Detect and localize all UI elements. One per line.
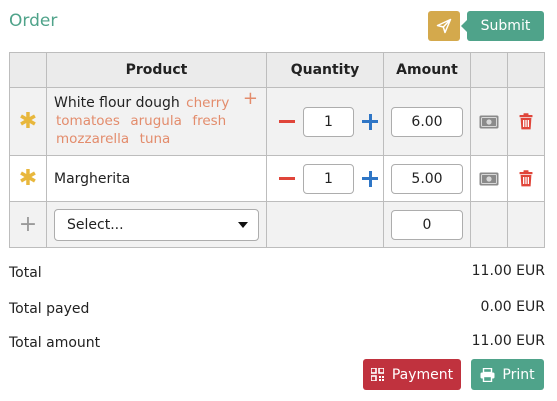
- column-header-product: Product: [46, 52, 267, 88]
- total-label: Total: [9, 265, 42, 281]
- total-value: 11.00 EUR: [471, 263, 545, 279]
- decrease-quantity-icon[interactable]: [279, 120, 295, 123]
- send-button[interactable]: [428, 11, 460, 41]
- column-header-delete: [507, 52, 545, 88]
- payment-button[interactable]: Payment: [363, 359, 461, 390]
- money-bill-icon[interactable]: [479, 115, 499, 129]
- product-select-label: Select...: [67, 216, 124, 233]
- quantity-input[interactable]: 1: [303, 163, 354, 194]
- total-amount-label: Total amount: [9, 335, 101, 351]
- printer-icon: [480, 367, 495, 382]
- table-header-row: Product Quantity Amount: [9, 52, 545, 88]
- print-button-label: Print: [502, 366, 535, 383]
- product-cell: White flour dough cherry tomatoes arugul…: [46, 87, 267, 156]
- trash-icon[interactable]: [519, 170, 533, 187]
- print-button[interactable]: Print: [471, 359, 544, 390]
- topping-tag[interactable]: cherry: [186, 95, 229, 111]
- new-item-row: + Select... 0: [9, 201, 545, 248]
- total-payed-label: Total payed: [9, 301, 90, 317]
- asterisk-icon[interactable]: ✱: [19, 166, 37, 191]
- column-header-pay: [470, 52, 508, 88]
- product-name: Margherita: [54, 170, 131, 187]
- topping-tag[interactable]: arugula: [130, 113, 182, 129]
- quantity-input[interactable]: 1: [303, 106, 354, 137]
- payment-button-label: Payment: [391, 366, 454, 383]
- total-amount-value: 11.00 EUR: [471, 333, 545, 349]
- page-title: Order: [9, 11, 58, 31]
- amount-input[interactable]: 5.00: [391, 163, 463, 194]
- column-header-marker: [9, 52, 47, 88]
- amount-input[interactable]: 0: [391, 209, 463, 240]
- product-name: White flour dough: [54, 95, 180, 111]
- column-header-amount: Amount: [383, 52, 471, 88]
- submit-button[interactable]: Submit: [461, 11, 544, 41]
- amount-input[interactable]: 6.00: [391, 106, 463, 137]
- product-cell: Margherita: [46, 155, 267, 202]
- paper-plane-icon: [436, 18, 452, 34]
- total-payed-value: 0.00 EUR: [480, 299, 545, 315]
- money-bill-icon[interactable]: [479, 172, 499, 186]
- add-topping-icon[interactable]: +: [243, 90, 258, 108]
- topping-tag[interactable]: fresh: [192, 113, 226, 129]
- topping-tag[interactable]: tomatoes: [56, 113, 120, 129]
- trash-icon[interactable]: [519, 113, 533, 130]
- product-select[interactable]: Select...: [54, 208, 259, 241]
- table-row: ✱ Margherita 1 5.00: [9, 155, 545, 202]
- table-row: ✱ White flour dough cherry tomatoes arug…: [9, 87, 545, 156]
- order-table: Product Quantity Amount ✱ White flour do…: [9, 52, 545, 248]
- asterisk-icon[interactable]: ✱: [19, 109, 37, 134]
- topping-tag[interactable]: mozzarella: [56, 131, 129, 147]
- caret-down-icon: [238, 221, 248, 228]
- topping-tag[interactable]: tuna: [140, 131, 171, 147]
- increase-quantity-icon[interactable]: [362, 170, 378, 187]
- add-row-icon[interactable]: +: [19, 212, 37, 237]
- increase-quantity-icon[interactable]: [362, 113, 378, 130]
- decrease-quantity-icon[interactable]: [279, 177, 295, 180]
- column-header-quantity: Quantity: [266, 52, 384, 88]
- qr-code-icon: [370, 368, 384, 381]
